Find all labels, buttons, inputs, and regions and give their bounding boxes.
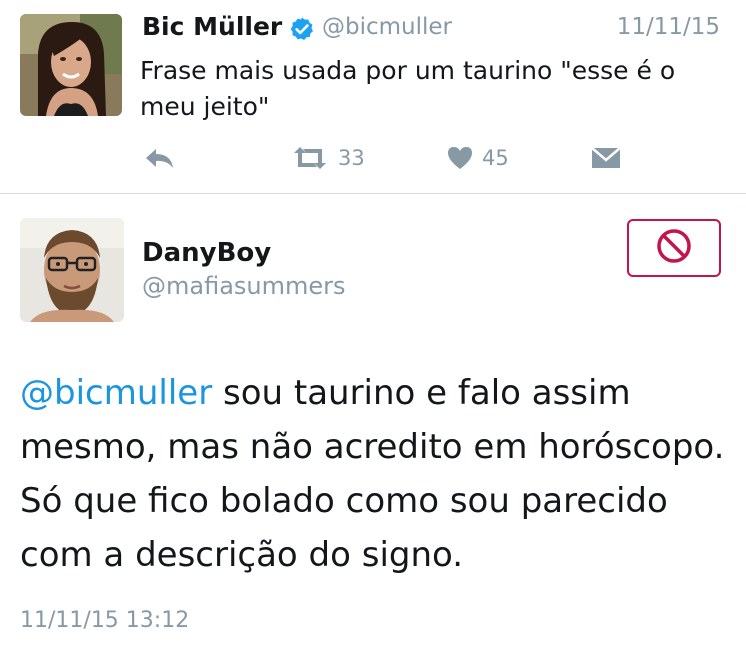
- avatar[interactable]: [20, 14, 122, 116]
- author-name[interactable]: DanyBoy: [142, 238, 271, 268]
- tweet-timestamp[interactable]: 11/11/15 13:12: [20, 608, 189, 633]
- mention-link[interactable]: @bicmuller: [20, 373, 212, 413]
- avatar[interactable]: [20, 218, 124, 322]
- direct-message-button[interactable]: [590, 143, 622, 173]
- quoted-tweet[interactable]: Bic Müller @bicmuller 11/11/15 Frase mai…: [0, 0, 746, 193]
- verified-badge-icon: [289, 16, 315, 42]
- retweet-button[interactable]: 33: [290, 143, 365, 173]
- tweet-divider: [0, 193, 746, 194]
- tweet-text: Frase mais usada por um taurino "esse é …: [140, 56, 676, 121]
- tweet-text: @bicmuller sou taurino e falo assim mesm…: [20, 366, 736, 582]
- heart-icon: [446, 145, 474, 171]
- block-button[interactable]: [627, 219, 721, 277]
- reply-icon: [143, 145, 175, 171]
- author-handle[interactable]: @mafiasummers: [142, 272, 346, 300]
- retweet-count: 33: [338, 146, 365, 170]
- retweet-icon: [290, 145, 330, 171]
- like-button[interactable]: 45: [446, 143, 509, 173]
- like-count: 45: [482, 146, 509, 170]
- block-icon: [655, 227, 693, 269]
- envelope-icon: [590, 145, 622, 171]
- tweet-date[interactable]: 11/11/15: [617, 14, 720, 40]
- author-name[interactable]: Bic Müller: [142, 12, 282, 41]
- reply-button[interactable]: [143, 143, 175, 173]
- author-handle[interactable]: @bicmuller: [322, 14, 452, 40]
